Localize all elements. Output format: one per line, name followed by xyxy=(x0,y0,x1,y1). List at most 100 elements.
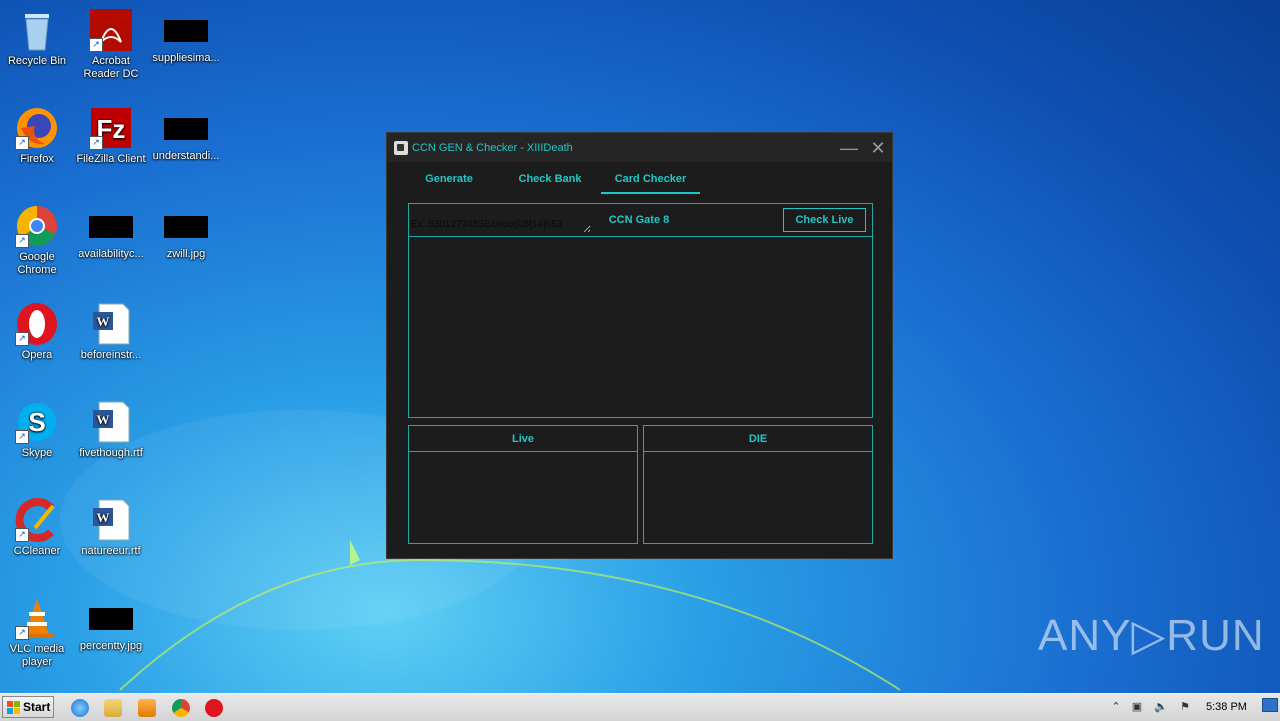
desktop-icon-skype[interactable]: S ↗ Skype xyxy=(0,400,74,460)
chrome-icon: ↗ xyxy=(15,204,59,248)
desktop-icon-label: Acrobat Reader DC xyxy=(83,55,139,80)
taskbar: Start ⌃ ▣ 🔈 ⚑ 5:38 PM xyxy=(0,693,1280,721)
desktop-icon-label: zwill.jpg xyxy=(166,248,206,260)
desktop-icon-beforeinstr[interactable]: W beforeinstr... xyxy=(74,302,148,362)
desktop-icon-suppliesima[interactable]: suppliesima... xyxy=(149,8,223,65)
desktop-icon-acrobat[interactable]: ↗ Acrobat Reader DC xyxy=(74,8,148,81)
start-button[interactable]: Start xyxy=(2,696,54,718)
live-results-panel: Live xyxy=(408,425,638,544)
desktop-icon-label: VLC media player xyxy=(9,643,65,668)
ccleaner-icon: ↗ xyxy=(15,498,59,542)
tab-generate[interactable]: Generate xyxy=(411,173,487,185)
desktop-icon-vlc[interactable]: ↗ VLC media player xyxy=(0,596,74,669)
desktop-icon-label: Opera xyxy=(21,349,53,361)
desktop-icon-chrome[interactable]: ↗ Google Chrome xyxy=(0,204,74,277)
minimize-button[interactable]: — xyxy=(838,137,860,159)
opera-taskbar-icon[interactable] xyxy=(205,699,223,717)
desktop-icon-label: understandi... xyxy=(152,150,220,162)
chrome-taskbar-icon[interactable] xyxy=(172,699,190,717)
panel-divider xyxy=(409,236,872,237)
shortcut-arrow-icon: ↗ xyxy=(15,332,29,346)
file-explorer-icon[interactable] xyxy=(104,699,122,717)
internet-explorer-icon[interactable] xyxy=(71,699,89,717)
desktop-icon-ccleaner[interactable]: ↗ CCleaner xyxy=(0,498,74,558)
start-label: Start xyxy=(23,700,51,714)
vlc-cone-icon: ↗ xyxy=(15,596,59,640)
svg-text:S: S xyxy=(28,407,45,437)
svg-text:W: W xyxy=(97,510,110,525)
gate-title: CCN Gate 8 xyxy=(608,214,670,226)
desktop-icon-firefox[interactable]: ↗ Firefox xyxy=(0,106,74,166)
shortcut-arrow-icon: ↗ xyxy=(15,430,29,444)
desktop-icon-label: natureeur.rtf xyxy=(81,545,141,557)
panel-divider xyxy=(409,451,637,452)
redacted-thumbnail xyxy=(164,216,208,238)
anyrun-watermark: ANY▷RUN xyxy=(1038,611,1265,660)
desktop-icon-label: Google Chrome xyxy=(17,251,57,276)
window-title: CCN GEN & Checker - XIIIDeath xyxy=(412,141,573,154)
card-list-input[interactable] xyxy=(411,219,591,233)
recycle-bin-icon xyxy=(15,8,59,52)
shortcut-arrow-icon: ↗ xyxy=(89,38,103,52)
desktop-icon-understandi[interactable]: understandi... xyxy=(149,106,223,163)
redacted-thumbnail xyxy=(164,118,208,140)
shortcut-arrow-icon: ↗ xyxy=(15,626,29,640)
word-document-icon: W xyxy=(89,302,133,346)
live-title: Live xyxy=(511,433,534,445)
action-center-flag-icon[interactable]: ⚑ xyxy=(1178,700,1192,714)
shortcut-arrow-icon: ↗ xyxy=(89,136,103,150)
desktop-icon-label: suppliesima... xyxy=(152,52,220,64)
desktop-icon-label: FileZilla Client xyxy=(76,153,146,165)
desktop-icon-natureeur[interactable]: W natureeur.rtf xyxy=(74,498,148,558)
die-results-panel: DIE xyxy=(643,425,873,544)
clock[interactable]: 5:38 PM xyxy=(1206,701,1247,713)
desktop-icon-availabilityc[interactable]: availabilityc... xyxy=(74,204,148,261)
svg-text:W: W xyxy=(97,412,110,427)
desktop-icon-recycle-bin[interactable]: Recycle Bin xyxy=(0,8,74,68)
tab-card-checker[interactable]: Card Checker xyxy=(601,173,700,185)
acrobat-icon: ↗ xyxy=(89,8,133,52)
word-document-icon: W xyxy=(89,498,133,542)
media-player-icon[interactable] xyxy=(138,699,156,717)
redacted-thumbnail xyxy=(164,20,208,42)
show-hidden-icons-icon[interactable]: ⌃ xyxy=(1109,700,1123,714)
redacted-thumbnail xyxy=(89,216,133,238)
redacted-thumbnail xyxy=(89,608,133,630)
die-title: DIE xyxy=(748,433,768,445)
firefox-icon: ↗ xyxy=(15,106,59,150)
active-tab-indicator xyxy=(601,192,700,194)
tab-check-bank[interactable]: Check Bank xyxy=(507,173,593,185)
card-list-panel: CCN Gate 8 xyxy=(408,203,873,418)
check-live-button[interactable]: Check Live xyxy=(783,208,866,232)
close-button[interactable]: ✕ xyxy=(867,137,889,159)
desktop-icon-fivethough[interactable]: W fivethough.rtf xyxy=(74,400,148,460)
app-cards-icon xyxy=(394,140,408,155)
desktop-icon-label: Firefox xyxy=(20,153,54,165)
show-desktop-button[interactable] xyxy=(1262,698,1278,712)
opera-icon: ↗ xyxy=(15,302,59,346)
shortcut-arrow-icon: ↗ xyxy=(15,136,29,150)
desktop-icon-label: CCleaner xyxy=(13,545,61,557)
shortcut-arrow-icon: ↗ xyxy=(15,528,29,542)
desktop-icon-label: percentty.jpg xyxy=(79,640,143,652)
desktop-icon-label: availabilityc... xyxy=(78,248,144,260)
desktop-icon-label: fivethough.rtf xyxy=(79,447,143,459)
network-icon[interactable]: ▣ xyxy=(1130,700,1144,714)
windows-flag-icon xyxy=(7,701,20,714)
svg-text:W: W xyxy=(97,314,110,329)
desktop-icon-opera[interactable]: ↗ Opera xyxy=(0,302,74,362)
desktop-icon-label: Recycle Bin xyxy=(7,55,67,67)
panel-divider xyxy=(644,451,872,452)
desktop-icon-percentty[interactable]: percentty.jpg xyxy=(74,596,148,653)
word-document-icon: W xyxy=(89,400,133,444)
desktop-icon-zwill[interactable]: zwill.jpg xyxy=(149,204,223,261)
desktop-icon-label: beforeinstr... xyxy=(80,349,142,361)
volume-icon[interactable]: 🔈 xyxy=(1154,700,1168,714)
skype-icon: S ↗ xyxy=(15,400,59,444)
desktop-icon-label: Skype xyxy=(21,447,53,459)
filezilla-icon: Fz ↗ xyxy=(89,106,133,150)
window-titlebar[interactable]: CCN GEN & Checker - XIIIDeath — ✕ xyxy=(387,133,892,162)
shortcut-arrow-icon: ↗ xyxy=(15,234,29,248)
desktop-icon-filezilla[interactable]: Fz ↗ FileZilla Client xyxy=(74,106,148,166)
ccn-checker-window: CCN GEN & Checker - XIIIDeath — ✕ Genera… xyxy=(386,132,893,559)
